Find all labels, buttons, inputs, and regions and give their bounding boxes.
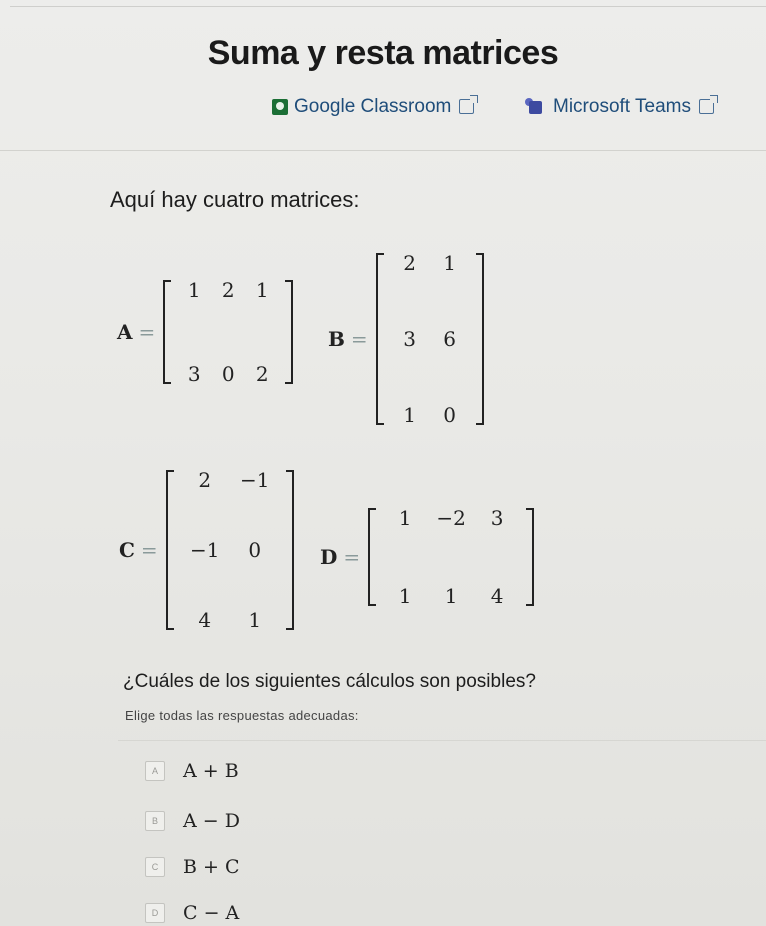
left-bracket [165,470,174,630]
matrix-c: C = 2 −1 −1 0 4 1 [119,470,294,630]
matrix-name: C [119,538,135,562]
answer-option-d[interactable]: D C − A [145,902,239,924]
matrix-cell: 1 [255,278,269,302]
matrix-body: 1 −2 3 1 1 4 [368,506,535,608]
checkbox[interactable]: D [145,903,165,923]
matrix-cell: 0 [443,403,457,427]
matrix-name: B [328,327,345,351]
matrix-cell: 0 [248,538,262,562]
matrix-cell: 2 [255,362,269,386]
google-classroom-link[interactable]: Google Classroom [272,94,479,118]
option-expression: B + C [183,856,240,878]
right-bracket [526,508,535,606]
matrix-cell: −1 [189,538,220,562]
matrix-d: D = 1 −2 3 1 1 4 [320,506,535,608]
equals-sign: = [343,545,361,569]
select-all-hint: Elige todas las respuestas adecuadas: [125,708,359,723]
page-title: Suma y resta matrices [207,34,559,72]
equals-sign: = [138,320,156,344]
checkbox[interactable]: B [145,811,165,831]
left-bracket [375,253,384,425]
matrix-name: A [117,320,133,344]
share-bar: Google Classroom Microsoft Teams [0,94,766,126]
matrix-cell: 1 [398,584,412,608]
header-divider [0,150,766,151]
google-classroom-label: Google Classroom [294,96,452,117]
microsoft-teams-label: Microsoft Teams [553,96,691,117]
google-classroom-icon [272,99,288,115]
answer-option-a[interactable]: A A + B [145,760,239,782]
microsoft-teams-icon [525,98,547,116]
answer-option-b[interactable]: B A − D [145,810,240,832]
matrix-cell: 1 [248,608,262,632]
external-link-icon [698,94,718,114]
matrix-cell: −1 [239,468,270,492]
matrix-cell: 2 [403,251,417,275]
matrix-body: 2 −1 −1 0 4 1 [165,468,294,632]
options-divider [118,740,766,741]
matrix-a: A = 1 2 1 3 0 2 [117,278,294,386]
matrix-cell: 4 [198,608,212,632]
matrix-cell: 3 [403,327,417,351]
matrix-body: 1 2 1 3 0 2 [163,278,294,386]
matrix-b: B = 2 1 3 6 1 0 [328,253,484,425]
matrix-cell: 3 [187,362,201,386]
matrix-cell: −2 [436,506,466,530]
microsoft-teams-link[interactable]: Microsoft Teams [525,94,718,118]
answer-option-c[interactable]: C B + C [145,856,240,878]
option-expression: C − A [183,902,240,924]
left-bracket [163,280,172,384]
matrix-cell: 1 [398,506,412,530]
exercise-page: Suma y resta matrices Google Classroom M… [0,0,766,926]
left-bracket [368,508,377,606]
option-expression: A − D [183,810,240,832]
checkbox[interactable]: A [145,761,165,781]
equals-sign: = [140,538,158,562]
equals-sign: = [350,327,368,351]
matrix-cell: 2 [198,468,212,492]
question-text: ¿Cuáles de los siguientes cálculos son p… [123,671,536,692]
matrix-cell: 1 [443,251,457,275]
matrix-name: D [320,545,338,569]
right-bracket [475,253,484,425]
matrix-cell: 0 [221,362,235,386]
top-rule [10,6,766,7]
matrix-cell: 3 [490,506,504,530]
option-expression: A + B [183,760,239,782]
external-link-icon [459,94,479,114]
matrix-cell: 6 [443,327,457,351]
matrix-cell: 1 [187,278,201,302]
right-bracket [285,470,294,630]
checkbox[interactable]: C [145,857,165,877]
matrix-cell: 2 [221,278,235,302]
matrix-cell: 4 [490,584,504,608]
matrix-cell: 1 [444,584,458,608]
right-bracket [285,280,294,384]
intro-text: Aquí hay cuatro matrices: [110,187,360,212]
matrix-cell: 1 [403,403,417,427]
matrix-body: 2 1 3 6 1 0 [375,251,484,427]
